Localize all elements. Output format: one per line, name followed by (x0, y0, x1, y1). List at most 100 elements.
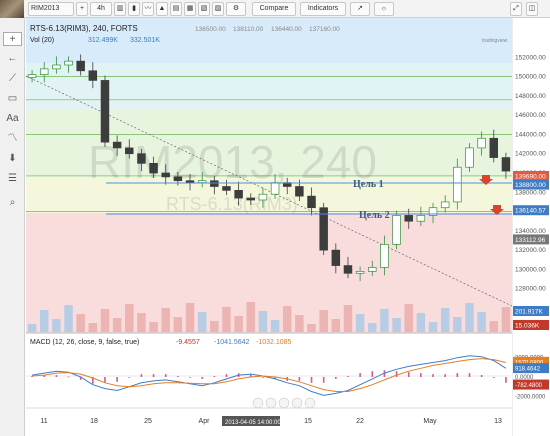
candle (137, 153, 146, 164)
legend-close: 137160.00 (309, 26, 340, 33)
text-icon[interactable]: Aa (3, 112, 22, 126)
target2-label: Цель 2 (359, 210, 390, 221)
price-badge-label: 133112.96 (515, 237, 546, 244)
candle (64, 60, 73, 66)
price-tick-label: 128000.00 (515, 286, 546, 293)
volume-bar (319, 310, 328, 332)
candle (112, 141, 122, 149)
indicators-button[interactable]: Indicators (300, 2, 346, 16)
candle (76, 60, 85, 72)
volume-bar (258, 311, 268, 332)
macd-pane: MACD (12, 26, close, 9, false, true) -9.… (26, 334, 512, 408)
cursor-time-label: 2013-04-05 14:00:00 (225, 420, 281, 426)
volume-bar (501, 307, 511, 332)
time-tick-label: Apr (199, 418, 211, 425)
volume-bar (246, 302, 256, 332)
zoom-out-icon[interactable] (252, 397, 264, 409)
time-tick-label: 11 (40, 418, 47, 425)
time-tick-label: 22 (356, 418, 364, 425)
volume-bar (222, 307, 231, 332)
macd-histogram-bar (152, 374, 155, 377)
macd-histogram-bar (201, 377, 203, 379)
candle (368, 267, 377, 272)
volume-badge-label: 201.917K (515, 309, 543, 316)
volume-bar (125, 304, 134, 332)
chart-area[interactable]: RIM2013, 240 RTS-6.13(RIM3) Цель 1 Цель … (26, 18, 522, 436)
scroll-left-icon[interactable] (278, 397, 290, 409)
target1-label: Цель 1 (353, 179, 384, 190)
symbol-input[interactable]: RIM2013 (28, 2, 74, 16)
volume-bar (392, 318, 401, 332)
heikin-button[interactable]: ▤ (170, 2, 182, 16)
crosshair-icon[interactable]: + (3, 32, 22, 46)
time-tick-label: 15 (304, 418, 312, 425)
macd-histogram-bar (177, 376, 179, 377)
candle (453, 166, 462, 203)
candle (380, 244, 389, 268)
candle (270, 182, 280, 195)
range-button[interactable]: ▨ (212, 2, 224, 16)
zoom-in-icon[interactable] (265, 397, 277, 409)
macd-label: MACD (12, 26, close, 9, false, true) (30, 339, 139, 346)
alert-icon[interactable]: ☼ (374, 2, 394, 16)
volume-bar (88, 323, 98, 332)
watermark-sub: RTS-6.13(RIM3) (166, 194, 298, 214)
fullscreen-icon[interactable]: ⤢ (510, 2, 522, 16)
macd-histogram-bar (189, 377, 191, 378)
candle (477, 137, 486, 149)
volume-bar (416, 313, 426, 332)
volume-bar (282, 306, 292, 332)
macd-histogram-bar (67, 376, 70, 378)
area-style-button[interactable]: ▲ (156, 2, 168, 16)
volume-bar (489, 321, 499, 332)
macd-histogram-bar (480, 375, 483, 377)
candle (39, 68, 49, 75)
bars-style-button[interactable]: ▥ (114, 2, 126, 16)
arrow-icon[interactable]: ← (3, 52, 22, 66)
fib-icon[interactable]: ☰ (3, 172, 22, 186)
price-badge-label: 138800.00 (515, 182, 546, 189)
settings-icon[interactable]: ⚙ (226, 2, 246, 16)
volume-bar (404, 304, 413, 332)
macd-histogram-bar (359, 373, 361, 377)
renko-button[interactable]: ▦ (184, 2, 196, 16)
macd-histogram-bar (456, 373, 459, 377)
candle (295, 186, 304, 197)
volume-bar (453, 317, 462, 332)
curve-icon[interactable]: 〽 (3, 132, 22, 146)
macd-histogram-bar (371, 371, 374, 377)
zoom-icon[interactable]: ⌕ (3, 196, 22, 210)
avatar[interactable] (0, 0, 24, 18)
interval-select[interactable]: 4h (90, 2, 112, 16)
reset-icon[interactable] (304, 397, 316, 409)
screenshot-icon[interactable]: ◫ (526, 2, 538, 16)
macd-signal-value: -1032.1085 (256, 339, 292, 346)
volume-bar (27, 324, 37, 332)
macd-hist-value: -9.4557 (176, 339, 200, 346)
top-toolbar: RIM2013 + 4h ▥ ▮ 〰 ▲ ▤ ▦ ▧ ▨ ⚙ Compare I… (0, 0, 550, 18)
volume-bar (210, 321, 219, 332)
price-tick-label: 134000.00 (515, 228, 546, 235)
candle (185, 180, 195, 183)
price-tick-label: 138000.00 (515, 189, 546, 196)
volume-bar (440, 308, 450, 332)
add-symbol-button[interactable]: + (76, 2, 88, 16)
rectangle-icon[interactable]: ▭ (3, 92, 22, 106)
line-style-button[interactable]: 〰 (142, 2, 154, 16)
arrow-down-icon[interactable]: ⬇ (3, 152, 22, 166)
scroll-right-icon[interactable] (291, 397, 303, 409)
volume-bar (52, 319, 61, 332)
macd-histogram-bar (432, 374, 434, 377)
kagi-button[interactable]: ▧ (198, 2, 210, 16)
price-scale[interactable]: 152000.00 150000.00 148000.00 146000.00 1440… (512, 18, 550, 436)
volume-bar (100, 309, 110, 332)
templates-icon[interactable]: ↗ (350, 2, 370, 16)
candles-style-button[interactable]: ▮ (128, 2, 140, 16)
compare-button[interactable]: Compare (252, 2, 296, 16)
macd-histogram-bar (104, 377, 106, 383)
volume-bar (343, 305, 353, 332)
volume-ma-value: 332.501K (130, 37, 160, 44)
time-tick-label: 13 (494, 418, 502, 425)
candle (465, 147, 474, 168)
trend-line-icon[interactable]: ⟋ (3, 72, 22, 86)
